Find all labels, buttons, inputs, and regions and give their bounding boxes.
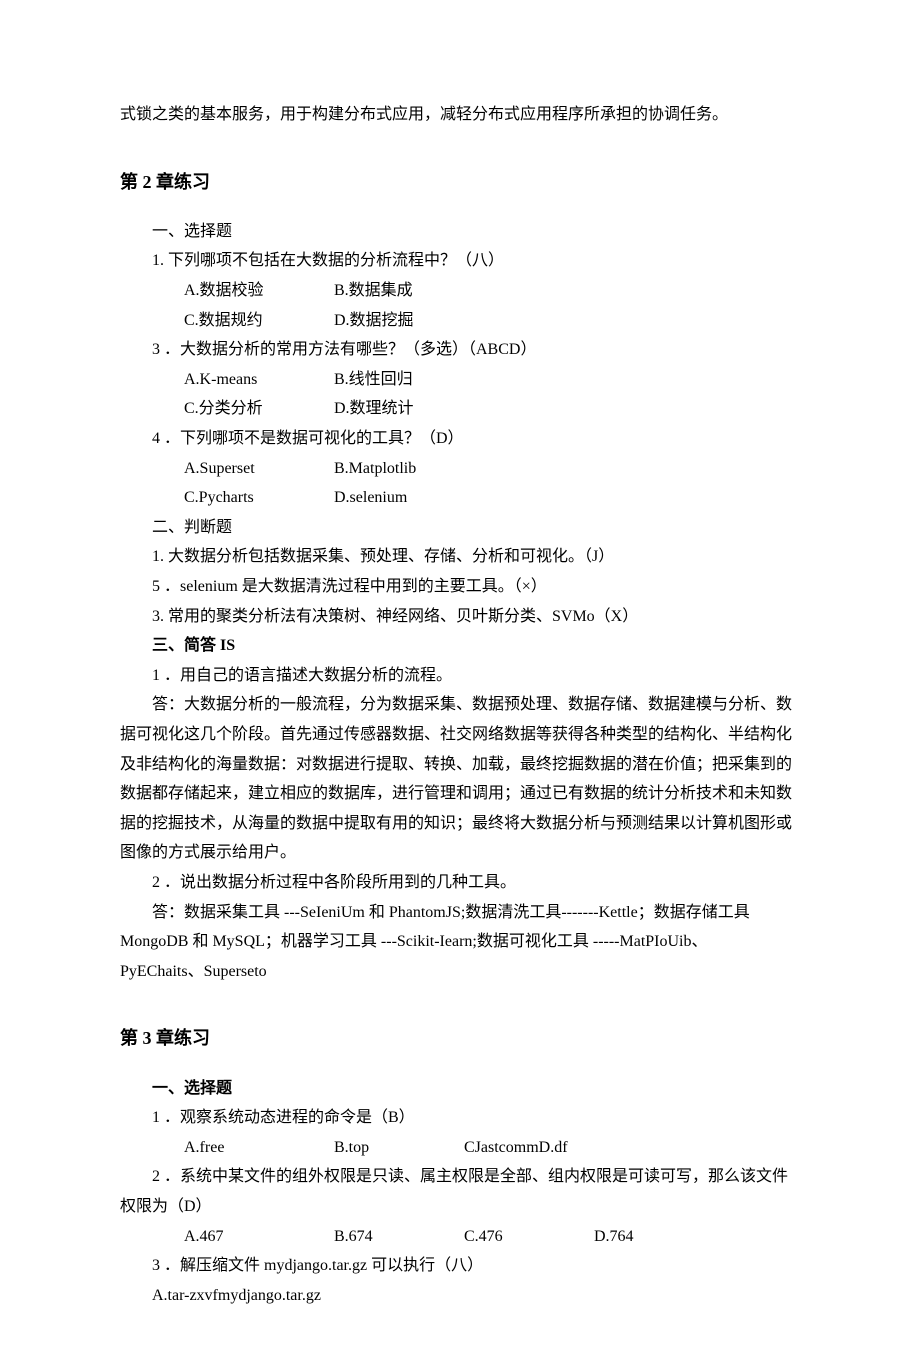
ch3-q1-text: 1 ．观察系统动态进程的命令是（B）	[120, 1103, 800, 1133]
ch2-q4-opt-a: A.Superset	[152, 454, 302, 484]
ch3-q2-opt-a: A.467	[152, 1222, 302, 1252]
ch2-q3-text: 3 ．大数据分析的常用方法有哪些？（多选）（ABCD）	[120, 335, 800, 365]
ch3-q1-options: A.freeB.topCJastcommD.df	[120, 1133, 800, 1163]
ch3-q3-opt-a: A.tar-zxvfmydjango.tar.gz	[120, 1281, 800, 1311]
ch3-q2-opt-b: B.674	[302, 1222, 432, 1252]
ch2-q4-opt-d: D.selenium	[302, 483, 432, 513]
ch2-q3-opt-d: D.数理统计	[302, 394, 432, 424]
ch3-q1-opt-b: B.top	[302, 1133, 432, 1163]
ch2-sa1-answer-l2: 据可视化这几个阶段。首先通过传感器数据、社交网络数据等获得各种类型的结构化、半结…	[120, 720, 800, 750]
chapter-3-heading: 第 3 章练习	[120, 1022, 800, 1055]
ch3-q2-l2: 权限为（D）	[120, 1192, 800, 1222]
ch2-sa1-answer-l5: 据的挖掘技术，从海量的数据中提取有用的知识；最终将大数据分析与预测结果以计算机图…	[120, 809, 800, 839]
ch2-q3-row1: A.K-meansB.线性回归	[120, 365, 800, 395]
ch3-q2-l1: 2 ．系统中某文件的组外权限是只读、属主权限是全部、组内权限是可读可写，那么该文…	[120, 1162, 800, 1192]
ch2-sa1-question: 1 ．用自己的语言描述大数据分析的流程。	[120, 661, 800, 691]
ch2-tf1: 1. 大数据分析包括数据采集、预处理、存储、分析和可视化。（J）	[120, 542, 800, 572]
ch2-q1-opt-a: A.数据校验	[152, 276, 302, 306]
ch2-section-2-title: 二、判断题	[120, 513, 800, 543]
ch2-tf3: 3. 常用的聚类分析法有决策树、神经网络、贝叶斯分类、SVMo（X）	[120, 602, 800, 632]
ch2-section-3-title: 三、简答 IS	[120, 631, 800, 661]
ch3-q2-options: A.467B.674C.476D.764	[120, 1222, 800, 1252]
ch3-section-1-title: 一、选择题	[120, 1074, 800, 1104]
ch2-q1-row1: A.数据校验B.数据集成	[120, 276, 800, 306]
ch2-q4-text: 4 ．下列哪项不是数据可视化的工具？（D）	[120, 424, 800, 454]
ch2-sa1-answer-l4: 数据都存储起来，建立相应的数据库，进行管理和调用；通过已有数据的统计分析技术和未…	[120, 779, 800, 809]
ch2-q3-opt-c: C.分类分析	[152, 394, 302, 424]
ch2-q4-opt-c: C.Pycharts	[152, 483, 302, 513]
ch2-q1-row2: C.数据规约D.数据挖掘	[120, 306, 800, 336]
ch2-q1-opt-c: C.数据规约	[152, 306, 302, 336]
chapter-2-heading: 第 2 章练习	[120, 166, 800, 199]
ch2-sa1-answer-l6: 图像的方式展示给用户。	[120, 838, 800, 868]
intro-tail-line: 式锁之类的基本服务，用于构建分布式应用，减轻分布式应用程序所承担的协调任务。	[120, 100, 800, 130]
ch2-q1-text: 1. 下列哪项不包括在大数据的分析流程中？（八）	[120, 246, 800, 276]
ch3-q1-opt-a: A.free	[152, 1133, 302, 1163]
ch2-sa1-answer-l1: 答：大数据分析的一般流程，分为数据采集、数据预处理、数据存储、数据建模与分析、数	[120, 690, 800, 720]
ch2-q4-opt-b: B.Matplotlib	[302, 454, 432, 484]
ch2-tf5: 5 ．selenium 是大数据清洗过程中用到的主要工具。（×）	[120, 572, 800, 602]
ch3-q2-opt-d: D.764	[562, 1222, 634, 1252]
ch2-sa2-answer-l1: 答：数据采集工具 ---SeIeniUm 和 PhantomJS;数据清洗工具-…	[120, 898, 800, 928]
ch2-sa2-answer-l2: MongoDB 和 MySQL；机器学习工具 ---Scikit-Iearn;数…	[120, 927, 800, 957]
ch2-sa2-question: 2 ．说出数据分析过程中各阶段所用到的几种工具。	[120, 868, 800, 898]
ch3-q2-opt-c: C.476	[432, 1222, 562, 1252]
ch2-q1-opt-d: D.数据挖掘	[302, 306, 432, 336]
ch2-sa1-answer-l3: 及非结构化的海量数据：对数据进行提取、转换、加载，最终挖掘数据的潜在价值；把采集…	[120, 750, 800, 780]
ch2-q1-opt-b: B.数据集成	[302, 276, 432, 306]
document-page: 式锁之类的基本服务，用于构建分布式应用，减轻分布式应用程序所承担的协调任务。 第…	[0, 0, 920, 1370]
ch2-q4-row1: A.SupersetB.Matplotlib	[120, 454, 800, 484]
ch2-q3-row2: C.分类分析D.数理统计	[120, 394, 800, 424]
ch2-q3-opt-b: B.线性回归	[302, 365, 432, 395]
ch3-q3-text: 3 ．解压缩文件 mydjango.tar.gz 可以执行（八）	[120, 1251, 800, 1281]
ch2-sa2-answer-l3: PyEChaits、Superseto	[120, 957, 800, 987]
ch2-q4-row2: C.PychartsD.selenium	[120, 483, 800, 513]
ch3-q1-opt-c: CJastcommD.df	[432, 1133, 568, 1163]
ch2-section-1-title: 一、选择题	[120, 217, 800, 247]
ch2-q3-opt-a: A.K-means	[152, 365, 302, 395]
